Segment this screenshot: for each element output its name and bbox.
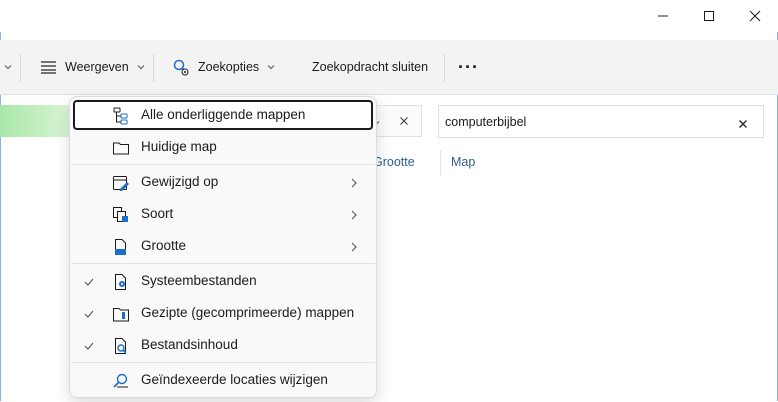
toolbar-overflow-chevron[interactable] (4, 40, 12, 94)
system-file-icon (112, 273, 130, 291)
toolbar-divider (20, 54, 21, 82)
menu-item-zipped-folders[interactable]: Gezipte (gecomprimeerde) mappen (73, 298, 373, 328)
search-value: computerbijbel (445, 115, 527, 129)
file-size-icon (112, 238, 130, 256)
close-icon (738, 119, 748, 129)
close-icon (749, 10, 761, 22)
more-options-button[interactable]: ··· (458, 40, 479, 94)
search-options-icon (172, 58, 190, 76)
chevron-down-icon (267, 63, 275, 71)
chevron-right-icon (350, 208, 358, 223)
close-search-label: Zoekopdracht sluiten (312, 60, 429, 74)
menu-item-label: Grootte (141, 238, 187, 253)
menu-item-all-subfolders[interactable]: Alle onderliggende mappen (73, 100, 373, 130)
minimize-button[interactable] (640, 0, 686, 32)
toolbar-divider (444, 54, 445, 82)
search-options-menu: Alle onderliggende mappen Huidige map Ge… (69, 96, 377, 398)
checkmark-icon (84, 307, 94, 322)
close-button[interactable] (732, 0, 778, 32)
chevron-down-icon (4, 65, 12, 70)
column-header-size[interactable]: Grootte (373, 155, 415, 169)
menu-item-label: Geïndexeerde locaties wijzigen (141, 372, 328, 387)
menu-item-label: Bestandsinhoud (141, 337, 238, 352)
menu-separator (71, 263, 375, 264)
menu-item-label: Gewijzigd op (141, 174, 219, 189)
chevron-right-icon (350, 176, 358, 191)
menu-item-label: Huidige map (141, 139, 217, 154)
toolbar-divider (153, 54, 154, 82)
calendar-edit-icon (112, 174, 130, 192)
search-options-label: Zoekopties (198, 60, 260, 74)
folder-icon (112, 139, 130, 157)
search-options-button[interactable]: Zoekopties (172, 40, 275, 94)
zip-folder-icon (112, 305, 130, 323)
menu-item-file-contents[interactable]: Bestandsinhoud (73, 330, 373, 360)
menu-item-label: Alle onderliggende mappen (141, 107, 306, 122)
maximize-button[interactable] (686, 0, 732, 32)
maximize-icon (704, 11, 714, 21)
checkmark-icon (84, 275, 94, 290)
menu-item-label: Gezipte (gecomprimeerde) mappen (141, 305, 355, 320)
menu-separator (71, 164, 375, 165)
chevron-right-icon (350, 240, 358, 255)
subfolders-icon (112, 107, 130, 125)
menu-separator (71, 362, 375, 363)
menu-item-kind[interactable]: Soort (73, 199, 373, 229)
menu-item-change-indexed-locations[interactable]: Geïndexeerde locaties wijzigen (73, 365, 373, 395)
address-clear-button[interactable] (399, 113, 409, 131)
more-icon: ··· (458, 56, 479, 77)
view-button[interactable]: Weergeven (40, 40, 145, 94)
column-divider[interactable] (440, 150, 441, 176)
menu-item-size[interactable]: Grootte (73, 231, 373, 261)
column-header-folder[interactable]: Map (451, 155, 475, 169)
toolbar: Weergeven Zoekopties Zoekopdracht sluite… (0, 40, 778, 95)
file-search-icon (112, 337, 130, 355)
close-search-button[interactable]: Zoekopdracht sluiten (312, 40, 428, 94)
menu-item-modified-date[interactable]: Gewijzigd op (73, 167, 373, 197)
close-icon (400, 117, 408, 125)
menu-item-current-folder[interactable]: Huidige map (73, 132, 373, 162)
search-clear-button[interactable] (738, 116, 748, 134)
menu-item-label: Systeembestanden (141, 273, 257, 288)
view-icon (40, 60, 57, 74)
chevron-down-icon (137, 63, 145, 71)
search-locations-icon (112, 372, 130, 390)
view-label: Weergeven (65, 60, 129, 74)
menu-item-system-files[interactable]: Systeembestanden (73, 266, 373, 296)
title-bar (0, 0, 778, 32)
checkmark-icon (84, 339, 94, 354)
minimize-icon (658, 15, 668, 17)
menu-item-label: Soort (141, 206, 174, 221)
file-kind-icon (112, 206, 130, 224)
